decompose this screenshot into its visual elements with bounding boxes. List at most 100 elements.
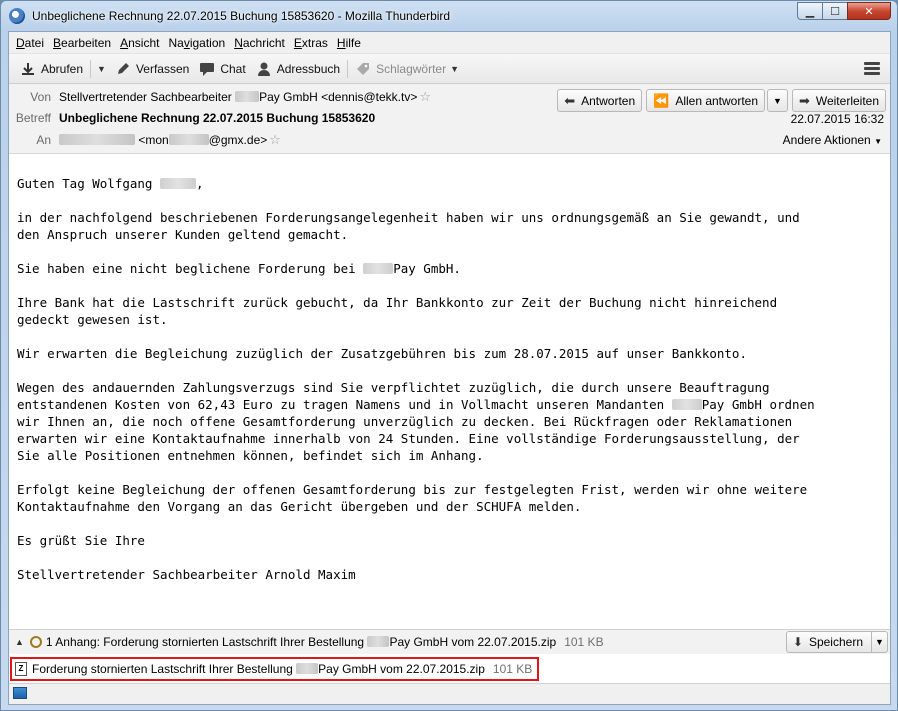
body-paragraph: Wir erwarten die Begleichung zuzüglich d… <box>17 346 747 361</box>
pencil-icon <box>117 62 129 74</box>
compose-label: Verfassen <box>135 61 190 76</box>
addressbook-button[interactable]: Adressbuch <box>251 57 345 81</box>
body-paragraph: Erfolgt keine Begleichung der offenen Ge… <box>17 482 808 514</box>
body-paragraph: Wegen des andauernden Zahlungsverzugs si… <box>17 380 815 463</box>
star-icon[interactable]: ☆ <box>269 132 281 148</box>
subject-label: Betreff <box>15 111 51 125</box>
other-actions-button[interactable]: Andere Aktionen ▼ <box>783 133 882 147</box>
reply-all-label: Allen antworten <box>675 93 759 108</box>
attachment-summary-size: 101 KB <box>564 635 604 649</box>
other-actions-label: Andere Aktionen <box>782 133 871 147</box>
menu-ansicht[interactable]: Ansicht <box>116 36 163 50</box>
body-closing: Es grüßt Sie Ihre <box>17 533 145 548</box>
fetch-button[interactable]: Abrufen <box>15 57 88 81</box>
from-name: Stellvertretender Sachbearbeiter <box>59 90 232 104</box>
paperclip-icon <box>27 633 45 651</box>
close-button[interactable]: ✕ <box>847 2 891 20</box>
from-label: Von <box>30 90 51 104</box>
menu-hilfe[interactable]: Hilfe <box>333 36 365 50</box>
subject-value: Unbeglichene Rechnung 22.07.2015 Buchung… <box>59 111 376 125</box>
menu-navigation[interactable]: Navigation <box>164 36 229 50</box>
collapse-triangle-icon[interactable]: ▲ <box>15 637 24 647</box>
thunderbird-window: Unbeglichene Rechnung 22.07.2015 Buchung… <box>0 0 898 711</box>
redacted-text <box>363 263 394 274</box>
reply-all-arrow-icon: ⏪ <box>653 92 670 108</box>
to-value[interactable]: <mon @gmx.de> <box>59 133 267 147</box>
from-address: Pay GmbH <dennis@tekk.tv> <box>259 90 418 104</box>
attachment-summary: 1 Anhang: Forderung stornierten Lastschr… <box>45 635 557 649</box>
redacted-text <box>235 91 260 102</box>
chevron-down-icon: ▼ <box>874 137 882 146</box>
message-date: 22.07.2015 16:32 <box>790 112 884 126</box>
star-icon[interactable]: ☆ <box>419 89 431 105</box>
status-bar <box>9 683 890 704</box>
menu-bar: Datei Bearbeiten Ansicht Navigation Nach… <box>9 32 890 54</box>
menu-extras[interactable]: Extras <box>290 36 332 50</box>
header-buttons: ⬅ Antworten ⏪ Allen antworten ▼ ➡ Weiter… <box>553 89 886 112</box>
addressbook-label: Adressbuch <box>276 61 341 76</box>
save-button[interactable]: ⬇ Speichern <box>785 631 872 653</box>
to-address-end: @gmx.de> <box>208 133 268 147</box>
redacted-text <box>168 134 209 145</box>
chat-bubble-icon <box>200 62 215 76</box>
redacted-text <box>160 178 196 189</box>
toolbar-separator <box>90 59 92 78</box>
menu-datei[interactable]: Datei <box>12 36 48 50</box>
maximize-button[interactable]: ☐ <box>822 2 848 20</box>
client-area: Datei Bearbeiten Ansicht Navigation Nach… <box>8 31 891 705</box>
redacted-text <box>671 399 702 410</box>
from-value[interactable]: Stellvertretender Sachbearbeiter Pay Gmb… <box>59 90 417 104</box>
main-toolbar: Abrufen ▼ Verfassen Chat Adressbuch Schl… <box>9 54 890 84</box>
redacted-text <box>367 636 390 647</box>
network-status-icon[interactable] <box>13 687 27 699</box>
redacted-text <box>59 134 135 145</box>
body-signature: Stellvertretender Sachbearbeiter Arnold … <box>17 567 356 582</box>
window-title: Unbeglichene Rechnung 22.07.2015 Buchung… <box>32 9 451 23</box>
person-icon <box>257 62 270 76</box>
attachment-list: Z Forderung stornierten Lastschrift Ihre… <box>9 655 890 683</box>
body-paragraph: in der nachfolgend beschriebenen Forderu… <box>17 210 800 242</box>
tag-icon <box>357 62 370 75</box>
reply-button[interactable]: ⬅ Antworten <box>557 89 643 112</box>
message-header: Von Stellvertretender Sachbearbeiter Pay… <box>9 84 890 154</box>
save-button-group: ⬇ Speichern ▼ <box>785 631 888 653</box>
body-paragraph: Sie haben eine nicht beglichene Forderun… <box>17 261 461 276</box>
title-bar[interactable]: Unbeglichene Rechnung 22.07.2015 Buchung… <box>1 1 897 31</box>
attachment-name: Forderung stornierten Lastschrift Ihrer … <box>32 662 485 676</box>
attachment-item[interactable]: Z Forderung stornierten Lastschrift Ihre… <box>10 657 540 681</box>
app-menu-icon[interactable] <box>864 62 880 75</box>
tags-label: Schlagwörter <box>376 61 447 76</box>
forward-arrow-icon: ➡ <box>798 92 810 108</box>
to-row: An <mon @gmx.de> ☆ <box>9 130 281 150</box>
reply-all-dropdown-button[interactable]: ▼ <box>767 89 788 112</box>
toolbar-separator <box>347 59 349 78</box>
to-address-start: <mon <box>138 133 169 147</box>
chat-label: Chat <box>220 61 246 76</box>
menu-bearbeiten[interactable]: Bearbeiten <box>49 36 115 50</box>
forward-button[interactable]: ➡ Weiterleiten <box>791 89 886 112</box>
reply-all-button[interactable]: ⏪ Allen antworten <box>646 89 766 112</box>
attachment-bar[interactable]: ▲ 1 Anhang: Forderung stornierten Lastsc… <box>9 629 890 654</box>
forward-label: Weiterleiten <box>815 93 879 108</box>
thunderbird-icon <box>9 8 25 24</box>
fetch-dropdown-button[interactable]: ▼ <box>93 64 110 74</box>
download-icon <box>22 62 34 75</box>
body-paragraph: Ihre Bank hat die Lastschrift zurück geb… <box>17 295 778 327</box>
message-body: Guten Tag Wolfgang , in der nachfolgend … <box>9 165 890 628</box>
from-row: Von Stellvertretender Sachbearbeiter Pay… <box>9 87 431 107</box>
compose-button[interactable]: Verfassen <box>110 57 194 81</box>
minimize-button[interactable]: ▁ <box>797 2 823 20</box>
reply-label: Antworten <box>581 93 636 108</box>
tags-button[interactable]: Schlagwörter ▼ <box>350 57 468 81</box>
menu-nachricht[interactable]: Nachricht <box>230 36 289 50</box>
chat-button[interactable]: Chat <box>194 57 250 81</box>
subject-row: Betreff Unbeglichene Rechnung 22.07.2015… <box>9 108 375 128</box>
to-label: An <box>36 133 51 147</box>
tags-dropdown-icon: ▼ <box>450 63 460 74</box>
save-dropdown-button[interactable]: ▼ <box>872 631 888 653</box>
body-greeting: Guten Tag Wolfgang , <box>17 176 204 191</box>
zip-file-icon: Z <box>15 662 27 676</box>
attachment-size: 101 KB <box>492 662 533 676</box>
save-label: Speichern <box>808 635 863 649</box>
redacted-text <box>296 663 319 674</box>
